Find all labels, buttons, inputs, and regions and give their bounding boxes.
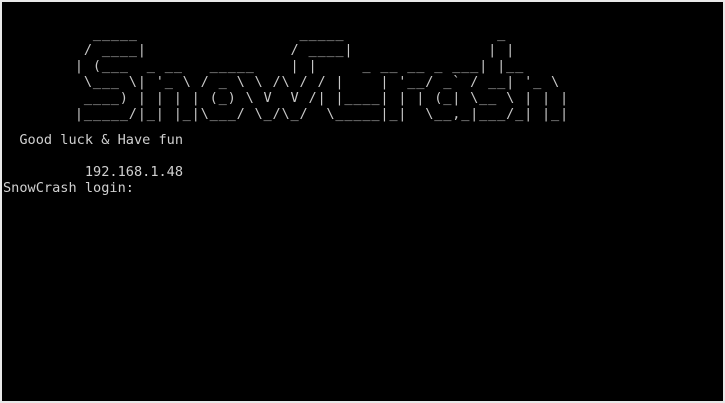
banner-line: _____ _____ _ bbox=[3, 26, 552, 42]
banner-line: / ____| / ____| | | bbox=[3, 42, 552, 58]
banner-line: |_____/|_| |_|\___/ \_/\_/ \_____|_| \__… bbox=[3, 106, 569, 122]
text-cursor bbox=[134, 180, 142, 194]
greeting-text: Good luck & Have fun bbox=[3, 132, 184, 148]
snowcrash-ascii-banner: _____ _____ _ / ____| / ____| | | | (___… bbox=[3, 26, 569, 122]
banner-line: ____) | | | | (_) \ V V /| |____| | | (_… bbox=[3, 90, 569, 106]
ip-address-line: 192.168.1.48 bbox=[3, 164, 183, 180]
login-line[interactable]: SnowCrash login: bbox=[3, 180, 142, 196]
banner-line: \___ \| '_ \ / _ \ \ /\ / / | | '__/ _` … bbox=[3, 74, 569, 90]
vm-console-window: _____ _____ _ / ____| / ____| | | | (___… bbox=[0, 0, 725, 403]
ip-address: 192.168.1.48 bbox=[84, 164, 184, 180]
ip-indent bbox=[3, 164, 85, 180]
banner-line: | (___ _ __ _____ | | _ __ __ _ ___| |__ bbox=[3, 58, 543, 74]
login-prompt: SnowCrash login: bbox=[3, 180, 134, 196]
terminal-screen[interactable]: _____ _____ _ / ____| / ____| | | | (___… bbox=[2, 2, 723, 401]
